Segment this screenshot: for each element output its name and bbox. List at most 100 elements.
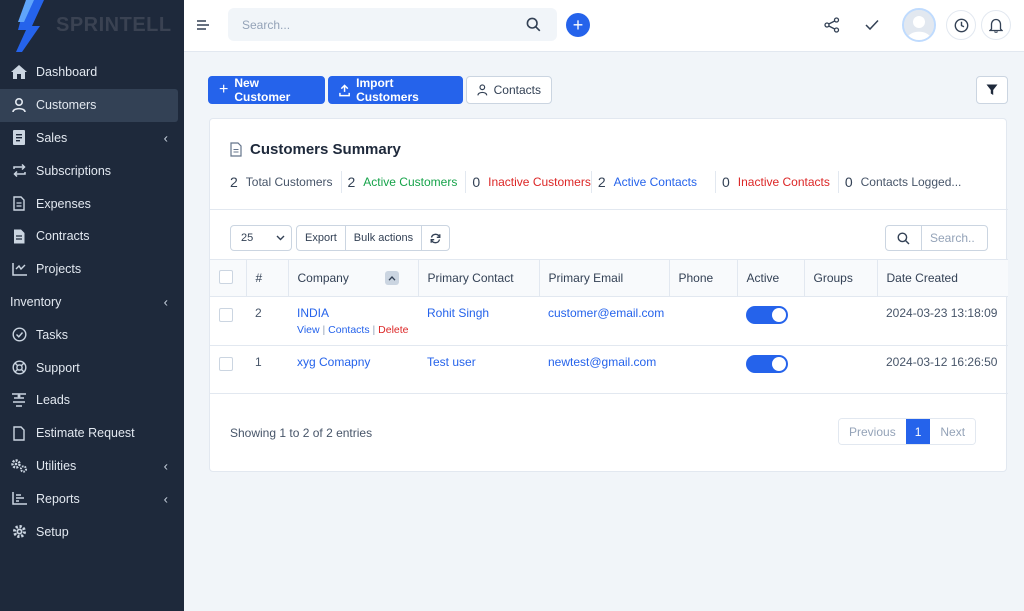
divider <box>210 209 1008 210</box>
row-checkbox[interactable] <box>219 308 233 322</box>
sidebar-item-estimate-request[interactable]: Estimate Request <box>0 417 184 450</box>
share-icon[interactable] <box>822 15 842 35</box>
sidebar-item-subscriptions[interactable]: Subscriptions <box>0 154 184 187</box>
upload-icon <box>339 83 350 96</box>
menu-toggle-icon[interactable] <box>196 18 210 32</box>
active-cell <box>737 345 804 394</box>
contacts-label: Contacts <box>493 83 541 97</box>
reload-button[interactable] <box>422 226 449 250</box>
gear-icon <box>10 523 28 541</box>
chevron-down-icon <box>276 235 285 241</box>
phone-cell <box>669 296 737 346</box>
page-1-button[interactable]: 1 <box>905 419 931 444</box>
column-header[interactable]: # <box>246 259 289 297</box>
sidebar-item-customers[interactable]: Customers <box>0 88 178 122</box>
sidebar-item-expenses[interactable]: Expenses <box>0 187 184 220</box>
select-all-cell <box>210 259 247 297</box>
table-row: 1 xyg Comapny Test user newtest@gmail.co… <box>210 345 1008 394</box>
row-select-cell <box>210 296 246 346</box>
column-header[interactable]: Active <box>737 259 805 297</box>
next-button[interactable]: Next <box>930 419 976 444</box>
new-customer-button[interactable]: + New Customer <box>208 76 325 104</box>
contact-cell: Test user <box>418 345 539 394</box>
logo[interactable]: SPRINTELL <box>0 0 184 52</box>
bar-chart-icon <box>10 490 28 508</box>
filter-button[interactable] <box>976 76 1008 104</box>
sidebar-item-reports[interactable]: Reports ‹ <box>0 482 184 515</box>
plus-icon: + <box>572 15 584 35</box>
sidebar-item-support[interactable]: Support <box>0 351 184 384</box>
export-button[interactable]: Export <box>297 226 346 250</box>
contact-link[interactable]: Rohit Singh <box>427 306 489 320</box>
contact-link[interactable]: Test user <box>427 355 476 369</box>
column-header[interactable]: Phone <box>669 259 738 297</box>
search-icon[interactable] <box>886 226 922 250</box>
brand-name: SPRINTELL <box>56 14 172 36</box>
file-icon <box>230 142 242 157</box>
quick-create-button[interactable]: + <box>566 13 590 37</box>
sidebar-item-dashboard[interactable]: Dashboard <box>0 56 184 89</box>
sidebar-item-inventory[interactable]: Inventory ‹ <box>0 286 184 319</box>
sidebar-item-label: Setup <box>36 524 69 539</box>
check-icon[interactable] <box>862 15 882 35</box>
new-customer-label: New Customer <box>234 76 291 104</box>
refresh-icon <box>430 233 441 243</box>
notifications-button[interactable] <box>981 10 1011 40</box>
company-link[interactable]: xyg Comapny <box>297 355 370 369</box>
view-link[interactable]: View <box>297 324 320 336</box>
cogs-icon <box>10 457 28 475</box>
contacts-link[interactable]: Contacts <box>328 324 369 336</box>
groups-cell <box>804 296 877 346</box>
stat-active-customers: 2 Active Customers <box>348 171 467 193</box>
contacts-button[interactable]: Contacts <box>466 76 552 104</box>
sidebar-item-projects[interactable]: Projects <box>0 253 184 286</box>
search-icon[interactable] <box>526 17 541 32</box>
delete-link[interactable]: Delete <box>378 324 408 336</box>
import-customers-button[interactable]: Import Customers <box>328 76 463 104</box>
stat-total-customers: 2 Total Customers <box>230 171 342 193</box>
sidebar-item-contracts[interactable]: Contracts <box>0 220 184 253</box>
avatar[interactable] <box>902 8 936 42</box>
bulk-actions-button[interactable]: Bulk actions <box>346 226 423 250</box>
global-search <box>228 8 557 41</box>
column-header[interactable]: Primary Email <box>539 259 670 297</box>
select-all-checkbox[interactable] <box>219 269 233 284</box>
stat-number: 2 <box>597 174 606 190</box>
check-circle-icon <box>10 326 28 344</box>
email-link[interactable]: customer@email.com <box>548 306 664 320</box>
sidebar-item-utilities[interactable]: Utilities ‹ <box>0 450 184 483</box>
sidebar-item-sales[interactable]: Sales ‹ <box>0 122 184 155</box>
user-icon <box>477 84 488 96</box>
sidebar-item-leads[interactable]: Leads <box>0 384 184 417</box>
company-link[interactable]: INDIA <box>297 306 329 320</box>
active-toggle[interactable] <box>746 355 788 373</box>
previous-button[interactable]: Previous <box>839 419 906 444</box>
email-link[interactable]: newtest@gmail.com <box>548 355 656 369</box>
table-search-input[interactable] <box>922 231 986 245</box>
company-cell: xyg Comapny <box>288 345 418 394</box>
timer-button[interactable] <box>946 10 976 40</box>
column-header[interactable]: Groups <box>804 259 878 297</box>
column-header[interactable]: Primary Contact <box>418 259 540 297</box>
column-header-label: Company <box>297 270 349 285</box>
stat-inactive-contacts: 0 Inactive Contacts <box>722 171 839 193</box>
chevron-left-icon: ‹ <box>163 491 168 507</box>
sidebar-item-tasks[interactable]: Tasks <box>0 318 184 351</box>
row-actions: View | Contacts | Delete <box>297 324 409 336</box>
sidebar-item-label: Utilities <box>36 458 77 473</box>
page-length-select[interactable]: 25 <box>230 225 292 251</box>
active-toggle[interactable] <box>746 306 788 324</box>
row-checkbox[interactable] <box>219 357 233 371</box>
search-input[interactable] <box>228 8 498 41</box>
column-header[interactable]: Date Created <box>877 259 1008 297</box>
sidebar-item-label: Expenses <box>36 196 91 211</box>
groups-cell <box>804 345 877 394</box>
page-length-value: 25 <box>241 232 254 244</box>
stat-label: Total Customers <box>245 175 333 189</box>
stat-number: 0 <box>722 174 730 190</box>
stat-number: 0 <box>472 174 481 190</box>
customers-table: # Company Primary Contact Primary Email … <box>210 259 1008 394</box>
column-header-company[interactable]: Company <box>288 259 419 297</box>
sidebar-item-setup[interactable]: Setup <box>0 515 184 548</box>
sidebar-item-label: Support <box>36 360 80 375</box>
